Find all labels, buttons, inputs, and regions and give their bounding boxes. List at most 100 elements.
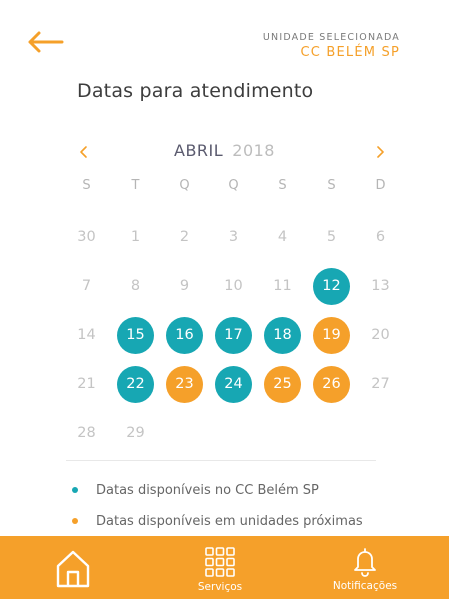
calendar-day: 6: [356, 217, 405, 257]
unit-name: CC BELÉM SP: [300, 45, 400, 60]
available-day-orange[interactable]: 23: [160, 364, 209, 404]
calendar-week: 30 1 2 3 4 5 6: [62, 217, 404, 257]
calendar-day: 3: [209, 217, 258, 257]
weekday-label: Q: [179, 178, 190, 193]
bottom-tab-bar: Serviços Notificações: [0, 536, 449, 599]
tab-home[interactable]: [50, 536, 96, 599]
calendar-day: 10: [209, 266, 258, 306]
available-day-orange[interactable]: 26: [307, 364, 356, 404]
day-number: 16: [166, 316, 203, 354]
calendar-day: 13: [356, 266, 405, 306]
calendar-day: 27: [356, 364, 405, 404]
day-number: 10: [224, 278, 243, 294]
calendar-week: 7 8 9 10 11 12 13: [62, 266, 404, 306]
calendar-week: 28 29: [62, 413, 404, 453]
next-month-button[interactable]: [372, 143, 388, 161]
grid-icon: [205, 547, 235, 577]
weekday-header: S T Q Q S S D: [62, 176, 404, 196]
day-number: 12: [313, 267, 350, 305]
teal-dot-icon: [72, 487, 78, 493]
day-number: 11: [273, 278, 292, 294]
available-day-orange[interactable]: 25: [258, 364, 307, 404]
weekday-label: S: [327, 178, 336, 193]
day-number: 30: [77, 229, 96, 245]
calendar-day: 7: [62, 266, 111, 306]
day-number: 8: [130, 278, 141, 294]
tab-label: Notificações: [332, 580, 398, 592]
weekday-label: S: [278, 178, 287, 193]
unit-label: UNIDADE SELECIONADA: [262, 32, 400, 43]
legend-item-local: Datas disponíveis no CC Belém SP: [72, 480, 319, 500]
day-number: 1: [130, 229, 141, 245]
calendar-day: 1: [111, 217, 160, 257]
calendar-day: 4: [258, 217, 307, 257]
page-title: Datas para atendimento: [77, 80, 314, 102]
calendar-day: 30: [62, 217, 111, 257]
legend-item-nearby: Datas disponíveis em unidades próximas: [72, 511, 363, 531]
chevron-right-icon: [377, 146, 384, 158]
calendar-day: 8: [111, 266, 160, 306]
year: 2018: [232, 141, 275, 160]
available-day-orange[interactable]: 19: [307, 315, 356, 355]
day-number: 17: [215, 316, 252, 354]
day-number: 2: [179, 229, 190, 245]
header: UNIDADE SELECIONADA CC BELÉM SP: [0, 0, 449, 72]
calendar-day: 5: [307, 217, 356, 257]
weekday-label: S: [82, 178, 91, 193]
day-number: 18: [264, 316, 301, 354]
available-day-teal[interactable]: 24: [209, 364, 258, 404]
day-number: 28: [77, 425, 96, 441]
day-number: 4: [277, 229, 288, 245]
calendar-week: 14 15 16 17 18 19 20: [62, 315, 404, 355]
day-number: 13: [371, 278, 390, 294]
day-number: 26: [313, 365, 350, 403]
available-day-teal[interactable]: 18: [258, 315, 307, 355]
day-number: 27: [371, 376, 390, 392]
calendar-day: 28: [62, 413, 111, 453]
weekday-label: D: [375, 178, 386, 193]
day-number: 22: [117, 365, 154, 403]
day-number: 7: [81, 278, 92, 294]
weekday-label: T: [131, 178, 140, 193]
day-number: 14: [77, 327, 96, 343]
bell-icon: [354, 548, 376, 577]
day-number: 15: [117, 316, 154, 354]
day-number: 3: [228, 229, 239, 245]
day-number: 6: [375, 229, 386, 245]
available-day-teal[interactable]: 17: [209, 315, 258, 355]
month-navigation: ABRIL 2018: [0, 140, 449, 164]
calendar-day: 20: [356, 315, 405, 355]
day-number: 20: [371, 327, 390, 343]
calendar-day: 21: [62, 364, 111, 404]
legend-text: Datas disponíveis no CC Belém SP: [96, 482, 319, 498]
tab-notifications[interactable]: Notificações: [330, 536, 400, 599]
home-icon: [56, 550, 90, 588]
day-number: 9: [179, 278, 190, 294]
calendar-day: 14: [62, 315, 111, 355]
legend-text: Datas disponíveis em unidades próximas: [96, 513, 363, 529]
calendar-day: 2: [160, 217, 209, 257]
available-day-teal[interactable]: 22: [111, 364, 160, 404]
day-number: 19: [313, 316, 350, 354]
calendar-day: 11: [258, 266, 307, 306]
tab-label: Serviços: [197, 581, 243, 593]
available-day-teal[interactable]: 15: [111, 315, 160, 355]
calendar-day: 9: [160, 266, 209, 306]
day-number: 29: [126, 425, 145, 441]
calendar-day: 29: [111, 413, 160, 453]
calendar-week: 21 22 23 24 25 26 27: [62, 364, 404, 404]
day-number: 21: [77, 376, 96, 392]
day-number: 24: [215, 365, 252, 403]
back-button[interactable]: [24, 28, 64, 56]
tab-services[interactable]: Serviços: [188, 536, 252, 599]
orange-dot-icon: [72, 518, 78, 524]
day-number: 5: [326, 229, 337, 245]
month-name: ABRIL: [174, 141, 224, 160]
divider: [66, 460, 376, 461]
arrow-left-icon: [28, 31, 64, 53]
available-day-teal[interactable]: 12: [307, 266, 356, 306]
day-number: 23: [166, 365, 203, 403]
day-number: 25: [264, 365, 301, 403]
weekday-label: Q: [228, 178, 239, 193]
available-day-teal[interactable]: 16: [160, 315, 209, 355]
